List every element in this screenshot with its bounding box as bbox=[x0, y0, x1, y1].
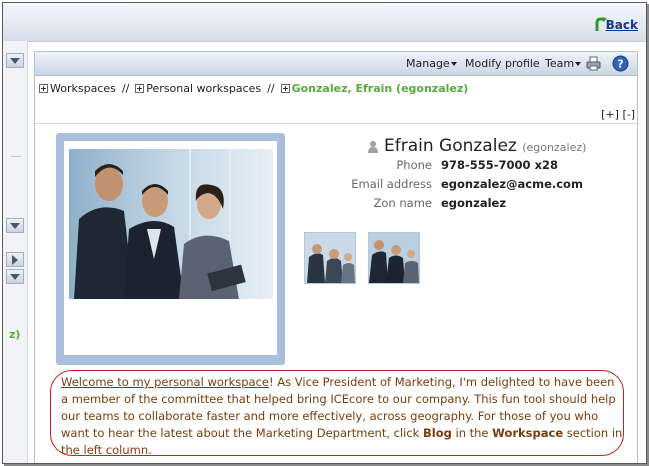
welcome-link[interactable]: Welcome to my personal workspace bbox=[61, 375, 269, 389]
zon-name-label: Zon name bbox=[373, 196, 432, 210]
expand-box-icon[interactable] bbox=[39, 84, 48, 93]
profile-photo-frame bbox=[56, 133, 285, 365]
back-link[interactable]: Back bbox=[606, 18, 638, 32]
top-bar: Back bbox=[3, 3, 646, 42]
expand-box-icon[interactable] bbox=[280, 84, 290, 93]
chevron-down-icon bbox=[575, 62, 582, 66]
print-icon[interactable] bbox=[586, 56, 601, 71]
profile-photo-mat bbox=[64, 141, 277, 355]
description-text-part: in the bbox=[451, 426, 493, 440]
blog-keyword: Blog bbox=[423, 426, 452, 440]
person-icon bbox=[368, 141, 378, 153]
phone-label: Phone bbox=[396, 158, 432, 172]
photo-thumbnail[interactable] bbox=[304, 232, 356, 284]
section-divider bbox=[35, 123, 637, 124]
description-text: Welcome to my personal workspace! As Vic… bbox=[61, 374, 623, 459]
profile-handle: (egonzalez) bbox=[522, 141, 587, 154]
collapse-button[interactable]: [-] bbox=[622, 108, 635, 121]
toolbar: Manage Modify profile Team ? bbox=[35, 52, 637, 76]
phone-value: 978-555-7000 x28 bbox=[441, 158, 558, 172]
profile-name-heading: Efrain Gonzalez (egonzalez) bbox=[384, 136, 586, 156]
sidebar-collapse-button[interactable] bbox=[6, 53, 24, 68]
expand-box-icon[interactable] bbox=[135, 84, 145, 93]
workspace-panel: Manage Modify profile Team ? Workspaces /… bbox=[34, 51, 638, 463]
breadcrumb-item-workspaces[interactable]: Workspaces bbox=[50, 82, 116, 95]
expand-button[interactable]: [+] bbox=[601, 108, 619, 121]
workspace-keyword: Workspace bbox=[492, 426, 564, 440]
workspace-description: Welcome to my personal workspace! As Vic… bbox=[50, 370, 624, 459]
photo-thumbnail-image bbox=[369, 233, 419, 283]
modify-profile-button[interactable]: Modify profile bbox=[465, 57, 540, 70]
chevron-right-icon bbox=[12, 254, 18, 265]
manage-label: Manage bbox=[406, 57, 450, 70]
sidebar-menu-toggle[interactable] bbox=[6, 269, 24, 284]
breadcrumb-separator: // bbox=[121, 82, 130, 95]
profile-photo bbox=[69, 149, 273, 299]
chevron-down-icon bbox=[450, 62, 457, 66]
sidebar-section-toggle[interactable] bbox=[6, 218, 24, 233]
sidebar-partial-text: z) bbox=[9, 328, 21, 341]
breadcrumb-separator: // bbox=[267, 82, 275, 95]
chevron-down-icon bbox=[10, 273, 20, 280]
manage-menu[interactable]: Manage bbox=[406, 57, 457, 70]
help-icon[interactable]: ? bbox=[612, 55, 629, 72]
team-menu[interactable]: Team bbox=[545, 57, 582, 70]
profile-full-name: Efrain Gonzalez bbox=[384, 136, 517, 156]
app-window: Back z) Manage Modify profile Team ? Wor… bbox=[2, 2, 647, 464]
expand-collapse-controls: [+] [-] bbox=[601, 108, 635, 121]
sidebar: z) bbox=[3, 41, 28, 463]
svg-text:?: ? bbox=[617, 58, 623, 71]
sidebar-expand-button[interactable] bbox=[6, 252, 24, 267]
photo-thumbnail-image bbox=[305, 233, 355, 283]
breadcrumb-item-current[interactable]: Gonzalez, Efrain (egonzalez) bbox=[292, 82, 469, 95]
email-value: egonzalez@acme.com bbox=[441, 177, 583, 191]
sidebar-divider bbox=[11, 156, 21, 157]
chevron-down-icon bbox=[10, 57, 20, 64]
breadcrumb-item-personal-workspaces[interactable]: Personal workspaces bbox=[146, 82, 261, 95]
team-label: Team bbox=[545, 57, 575, 70]
breadcrumb: Workspaces // Personal workspaces // Gonzale… bbox=[39, 82, 468, 95]
email-label: Email address bbox=[351, 177, 432, 191]
chevron-down-icon bbox=[10, 222, 20, 229]
zon-name-value: egonzalez bbox=[441, 196, 507, 210]
photo-thumbnail[interactable] bbox=[368, 232, 420, 284]
